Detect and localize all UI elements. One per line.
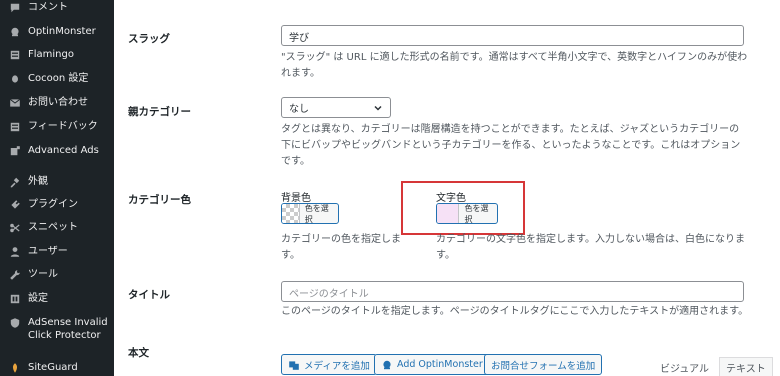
sidebar-item-settings[interactable]: 設定 (0, 292, 114, 306)
text-color-label: 文字色 (436, 193, 466, 204)
sidebar-item-label: Cocoon 設定 (28, 73, 89, 84)
sidebar-item-label: プラグイン (28, 199, 78, 210)
slug-description: "スラッグ" は URL に適した形式の名前です。通常はすべて半角小文字で、英数… (281, 52, 748, 79)
advanced-ads-icon (8, 144, 22, 158)
background-color-label: 背景色 (281, 193, 311, 204)
add-contact-form-label: お問合せフォームを追加 (491, 360, 596, 372)
sidebar-item-appearance[interactable]: 外観 (0, 175, 114, 189)
sidebar-item-label: ツール (28, 269, 58, 280)
sidebar-item-snippets[interactable]: スニペット (0, 221, 114, 235)
sidebar-item-comments[interactable]: コメント (0, 1, 114, 15)
plugin-icon (8, 198, 22, 212)
title-input[interactable]: ページのタイトル (281, 281, 744, 302)
background-color-button-label: 色を選択 (304, 203, 329, 224)
sidebar-item-contact[interactable]: お問い合わせ (0, 96, 114, 110)
title-description: このページのタイトルを指定します。ページのタイトルタグにここで入力したテキストが… (281, 306, 749, 317)
body-label: 本文 (128, 347, 149, 359)
parent-category-label: 親カテゴリー (128, 106, 191, 118)
sidebar-item-label: 設定 (28, 293, 48, 304)
text-color-swatch (437, 204, 460, 223)
optinmonster-icon (383, 360, 391, 369)
sidebar-item-label: 外観 (28, 176, 48, 187)
tab-visual[interactable]: ビジュアル (654, 357, 715, 376)
sidebar-item-plugins[interactable]: プラグイン (0, 198, 114, 212)
slug-label: スラッグ (128, 33, 170, 45)
add-contact-form-button[interactable]: お問合せフォームを追加 (484, 354, 603, 375)
user-icon (8, 245, 22, 259)
sidebar-item-optinmonster[interactable]: OptinMonster (0, 25, 114, 39)
sidebar-item-users[interactable]: ユーザー (0, 245, 114, 259)
sidebar-item-label: お問い合わせ (28, 97, 88, 108)
feedback-icon (8, 120, 22, 134)
mail-icon (8, 96, 22, 110)
category-color-label: カテゴリー色 (128, 194, 191, 206)
edit-category-form: スラッグ 学び "スラッグ" は URL に適した形式の名前です。通常はすべて半… (114, 0, 780, 376)
cocoon-icon (8, 72, 22, 86)
sidebar-item-label: SiteGuard (28, 362, 78, 373)
sidebar-item-label: コメント (28, 2, 68, 13)
sidebar-item-siteguard[interactable]: SiteGuard (0, 361, 114, 375)
flamingo-icon (8, 48, 22, 62)
background-color-swatch (282, 204, 300, 223)
text-color-picker-button[interactable]: 色を選択 (436, 203, 498, 224)
background-color-picker-button[interactable]: 色を選択 (281, 203, 339, 224)
parent-category-description: タグとは異なり、カテゴリーは階層構造を持つことができます。たとえば、ジャズという… (281, 124, 741, 167)
parent-category-select[interactable]: なし (281, 97, 391, 118)
sidebar-item-label: Flamingo (28, 49, 74, 60)
optinmonster-icon (8, 25, 22, 39)
shield-icon (8, 316, 22, 330)
tab-text[interactable]: テキスト (719, 357, 773, 376)
sidebar-item-label: AdSense Invalid Click Protector (28, 317, 108, 341)
add-media-label: メディアを追加 (304, 360, 370, 372)
sidebar-item-tools[interactable]: ツール (0, 268, 114, 282)
tools-icon (8, 268, 22, 282)
title-label: タイトル (128, 289, 170, 301)
sidebar-item-advanced-ads[interactable]: Advanced Ads (0, 144, 114, 158)
sidebar-item-cocoon[interactable]: Cocoon 設定 (0, 72, 114, 86)
comment-icon (8, 1, 22, 15)
add-optinmonster-button[interactable]: Add OptinMonster (374, 354, 490, 375)
add-media-button[interactable]: メディアを追加 (281, 354, 377, 375)
text-color-button-label: 色を選択 (464, 203, 489, 224)
media-icon (289, 360, 299, 370)
sidebar-item-label: スニペット (28, 222, 78, 233)
add-optinmonster-label: Add OptinMonster (397, 359, 483, 370)
appearance-icon (8, 175, 22, 189)
sidebar-item-label: ユーザー (28, 246, 68, 257)
text-color-description: カテゴリーの文字色を指定します。入力しない場合は、白色になります。 (436, 234, 745, 261)
sidebar-item-label: Advanced Ads (28, 145, 99, 156)
sidebar-item-label: フィードバック (28, 121, 98, 132)
parent-category-value: なし (289, 104, 309, 115)
chevron-down-icon (374, 105, 382, 111)
settings-icon (8, 292, 22, 306)
sidebar-item-flamingo[interactable]: Flamingo (0, 48, 114, 62)
slug-input[interactable]: 学び (281, 25, 744, 46)
siteguard-icon (8, 361, 22, 375)
sidebar-item-feedback[interactable]: フィードバック (0, 120, 114, 134)
sidebar-item-adsense-protector[interactable]: AdSense Invalid Click Protector (0, 316, 110, 342)
sidebar-item-label: OptinMonster (28, 26, 96, 37)
background-color-description: カテゴリーの色を指定します。 (281, 234, 401, 261)
snippet-icon (8, 221, 22, 235)
admin-sidebar: コメント OptinMonster Flamingo Cocoon 設定 お問い… (0, 0, 114, 376)
